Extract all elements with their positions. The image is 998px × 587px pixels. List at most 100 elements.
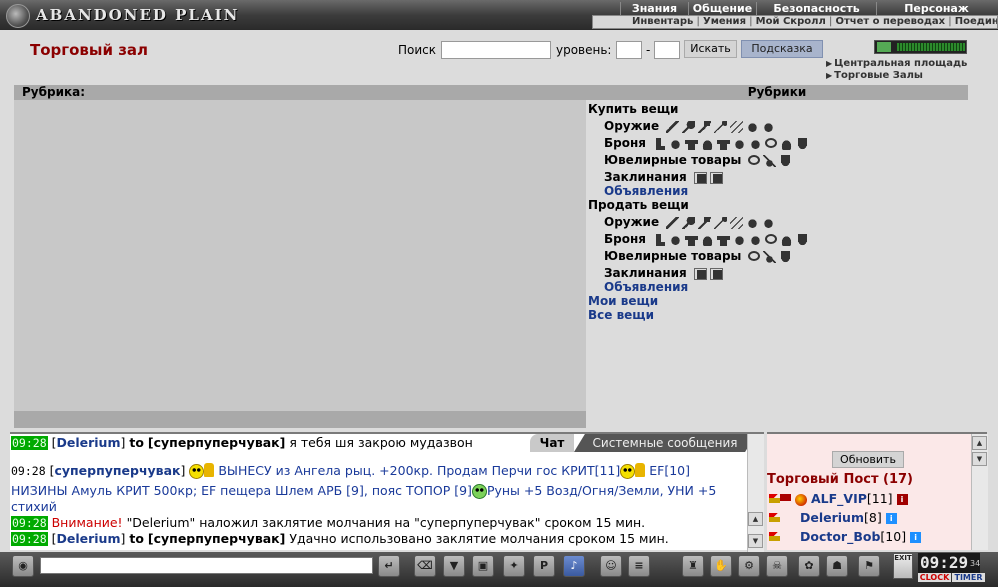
shirt-icon[interactable]: [684, 233, 698, 246]
horizontal-scrollbar[interactable]: [14, 411, 586, 428]
glove-icon[interactable]: [668, 233, 682, 246]
scroll-down-icon[interactable]: ▼: [748, 534, 763, 548]
private-message-icon[interactable]: [769, 513, 780, 524]
message-target[interactable]: суперпуперчувак: [154, 435, 280, 450]
online-scrollbar[interactable]: ▲ ▼: [971, 434, 988, 550]
shirt-icon[interactable]: [684, 137, 698, 150]
message-time[interactable]: 09:28: [11, 516, 48, 530]
bag-icon[interactable]: ♜: [682, 555, 704, 577]
spear-icon[interactable]: [713, 216, 727, 229]
submenu-inventory[interactable]: Инвентарь: [629, 16, 696, 28]
menu-knowledge[interactable]: Знания: [620, 2, 688, 15]
sword-icon[interactable]: [665, 120, 679, 133]
scroll-icon[interactable]: [709, 267, 723, 280]
menu-security[interactable]: Безопасность: [756, 2, 876, 15]
chat-mode-icon[interactable]: ♪: [563, 555, 585, 577]
private-message-icon[interactable]: [769, 494, 780, 505]
my-items-link[interactable]: Мои вещи: [588, 294, 658, 308]
submenu-skills[interactable]: Умения: [700, 16, 749, 28]
user-name[interactable]: ALF_VIP: [811, 491, 867, 506]
scroll-icon[interactable]: [693, 267, 707, 280]
staff-icon[interactable]: [729, 216, 743, 229]
info-icon[interactable]: i: [896, 494, 908, 505]
amulet-icon[interactable]: [763, 154, 777, 167]
exit-button[interactable]: EXIT: [893, 553, 913, 579]
glove-icon[interactable]: [748, 137, 762, 150]
buy-spells-link[interactable]: Заклинания: [604, 170, 687, 184]
shield-icon[interactable]: [795, 233, 809, 246]
shield-icon[interactable]: [795, 137, 809, 150]
timer-tab[interactable]: TIMER: [952, 573, 985, 582]
glove-icon[interactable]: [668, 137, 682, 150]
glove-icon[interactable]: [761, 120, 775, 133]
message-author[interactable]: суперпуперчувак: [54, 463, 180, 478]
message-time[interactable]: 09:28: [11, 436, 48, 450]
gift-icon[interactable]: ✿: [798, 555, 820, 577]
hand-icon[interactable]: ✋: [710, 555, 732, 577]
hint-button[interactable]: Подсказка: [741, 40, 823, 58]
amulet-icon[interactable]: [763, 250, 777, 263]
save-icon[interactable]: ▣: [472, 555, 494, 577]
scroll-up-icon[interactable]: ▲: [748, 512, 763, 526]
ring-icon[interactable]: [764, 137, 777, 148]
sell-armor-link[interactable]: Броня: [604, 232, 646, 246]
menu-character[interactable]: Персонаж: [876, 2, 996, 15]
filter-icon[interactable]: ▼: [443, 555, 465, 577]
buy-weapons-link[interactable]: Оружие: [604, 119, 659, 133]
ring-icon[interactable]: [748, 154, 761, 165]
hammer-icon[interactable]: [697, 120, 711, 133]
walk-icon[interactable]: ✦: [503, 555, 525, 577]
helm-icon[interactable]: [779, 137, 793, 150]
message-time[interactable]: 09:28: [11, 532, 48, 546]
submenu-duels[interactable]: Поедин: [952, 16, 997, 28]
ring-icon[interactable]: [748, 250, 761, 261]
sell-weapons-link[interactable]: Оружие: [604, 215, 659, 229]
boot-icon[interactable]: [652, 233, 666, 246]
glove-icon[interactable]: [732, 137, 746, 150]
all-items-link[interactable]: Все вещи: [588, 308, 654, 322]
search-input[interactable]: [441, 41, 551, 59]
axe-icon[interactable]: [681, 216, 695, 229]
tab-chat[interactable]: Чат: [530, 434, 574, 452]
helm-icon[interactable]: [700, 137, 714, 150]
sell-jewelry-link[interactable]: Ювелирные товары: [604, 249, 741, 263]
people-icon[interactable]: ☗: [826, 555, 848, 577]
helm-icon[interactable]: [700, 233, 714, 246]
buy-jewelry-link[interactable]: Ювелирные товары: [604, 153, 741, 167]
sell-spells-link[interactable]: Заклинания: [604, 266, 687, 280]
logo[interactable]: ABANDONED PLAIN: [6, 4, 296, 28]
send-icon[interactable]: ↵: [378, 555, 400, 577]
shirt-icon[interactable]: [716, 137, 730, 150]
glove-icon[interactable]: [732, 233, 746, 246]
glove-icon[interactable]: [745, 120, 759, 133]
axe-icon[interactable]: [681, 120, 695, 133]
glove-icon[interactable]: [748, 233, 762, 246]
message-time[interactable]: 09:28: [11, 464, 46, 478]
user-name[interactable]: Doctor_Bob: [800, 529, 880, 544]
buy-armor-link[interactable]: Броня: [604, 136, 646, 150]
sell-ads-link[interactable]: Объявления: [604, 280, 688, 294]
speaker-icon[interactable]: ◉: [12, 555, 34, 577]
private-line-icon[interactable]: P: [533, 555, 555, 577]
refresh-button[interactable]: Обновить: [832, 451, 904, 468]
search-button[interactable]: Искать: [684, 40, 737, 58]
smiley-icon[interactable]: ☺: [600, 555, 622, 577]
shield-icon[interactable]: [779, 154, 793, 167]
user-name[interactable]: Delerium: [800, 510, 864, 525]
eraser-icon[interactable]: ⌫: [414, 555, 436, 577]
tab-system-messages[interactable]: Системные сообщения: [574, 434, 756, 452]
chat-input[interactable]: [40, 557, 373, 574]
nav-central-square[interactable]: ▶ Центральная площадь: [826, 58, 967, 69]
clock-tab[interactable]: CLOCK: [918, 573, 951, 582]
scroll-icon[interactable]: [693, 171, 707, 184]
hammer-icon[interactable]: [697, 216, 711, 229]
shield-icon[interactable]: [779, 250, 793, 263]
menu-icon[interactable]: ≡: [628, 555, 650, 577]
ring-icon[interactable]: [764, 233, 777, 244]
message-author[interactable]: Delerium: [56, 531, 120, 546]
glove-icon[interactable]: [745, 216, 759, 229]
info-icon[interactable]: i: [910, 532, 922, 543]
scroll-down-icon[interactable]: ▼: [972, 452, 987, 466]
flag-icon[interactable]: ⚑: [858, 555, 880, 577]
menu-communication[interactable]: Общение: [688, 2, 756, 15]
